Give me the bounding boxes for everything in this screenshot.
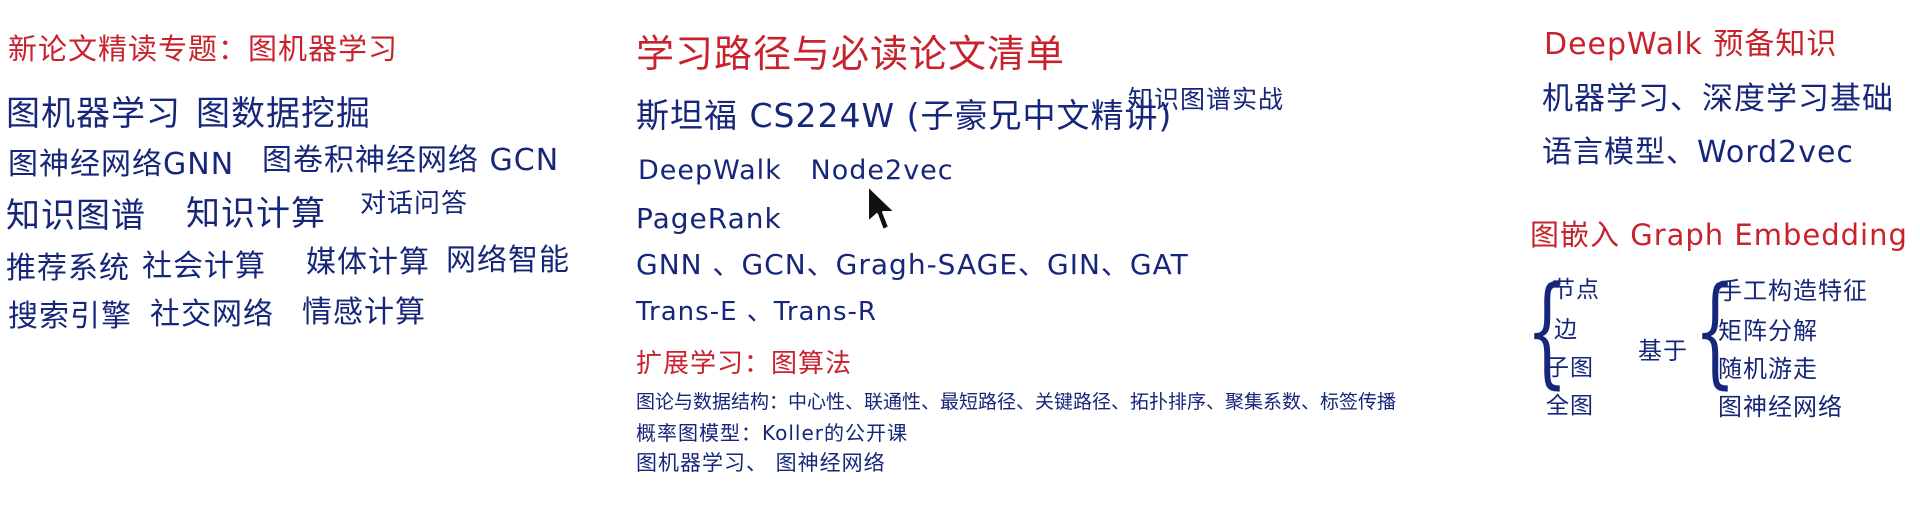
- prereq-language-model: 语言模型、Word2vec: [1542, 135, 1854, 170]
- topic-recommender: 推荐系统: [6, 251, 130, 286]
- handwritten-notes-page: 新论文精读专题：图机器学习 图机器学习 图数据挖掘 图神经网络GNN 图卷积神经…: [0, 0, 1920, 531]
- topic-graph-ml: 图机器学习: [6, 94, 181, 134]
- basis-label: 基于: [1638, 337, 1688, 365]
- paper-line-pagerank: PageRank: [636, 202, 782, 235]
- paper-line-gnn-family: GNN 、GCN、Gragh-SAGE、GIN、GAT: [636, 248, 1189, 281]
- extension-line-pgm: 概率图模型：Koller的公开课: [636, 421, 908, 445]
- topic-gnn: 图神经网络GNN: [8, 147, 235, 182]
- topic-gcn: 图卷积神经网络 GCN: [262, 143, 560, 178]
- course-stanford-cs224w: 斯坦福 CS224W (子豪兄中文精讲): [636, 96, 1173, 135]
- paper-line-deepwalk-node2vec: DeepWalk Node2vec: [638, 155, 954, 186]
- level-node: 节点: [1552, 277, 1600, 303]
- method-handcrafted: 手工构造特征: [1718, 277, 1868, 305]
- topic-social-computing: 社会计算: [142, 249, 266, 284]
- extension-heading: 扩展学习：图算法: [636, 349, 853, 379]
- level-whole-graph: 全图: [1546, 393, 1594, 419]
- topic-affective-computing: 情感计算: [302, 295, 426, 330]
- embedding-heading: 图嵌入 Graph Embedding: [1530, 218, 1908, 252]
- level-edge: 边: [1554, 317, 1578, 343]
- method-gnn: 图神经网络: [1718, 393, 1843, 421]
- extension-line-graph-theory: 图论与数据结构：中心性、联通性、最短路径、关键路径、拓扑排序、聚集系数、标签传播: [636, 391, 1397, 413]
- topic-dialogue-qa: 对话问答: [360, 189, 469, 219]
- course-note: 知识图谱实战: [1128, 85, 1285, 114]
- topic-graph-mining: 图数据挖掘: [196, 94, 371, 134]
- paper-line-trans: Trans-E 、Trans-R: [636, 297, 877, 327]
- topic-search-engine: 搜索引擎: [8, 299, 132, 334]
- level-subgraph: 子图: [1546, 355, 1594, 381]
- topic-knowledge-computing: 知识计算: [186, 194, 326, 234]
- topic-knowledge-graph: 知识图谱: [6, 196, 146, 236]
- topic-media-computing: 媒体计算: [306, 245, 430, 280]
- method-matrix-factorization: 矩阵分解: [1718, 317, 1818, 345]
- left-heading: 新论文精读专题：图机器学习: [8, 32, 399, 66]
- mouse-pointer-icon: [867, 185, 896, 231]
- middle-heading: 学习路径与必读论文清单: [636, 32, 1066, 76]
- right-heading: DeepWalk 预备知识: [1544, 27, 1838, 62]
- extension-line-graph-ml: 图机器学习、 图神经网络: [636, 451, 886, 475]
- topic-social-network: 社交网络: [150, 297, 274, 332]
- topic-network-intelligence: 网络智能: [446, 243, 570, 278]
- method-random-walk: 随机游走: [1718, 355, 1818, 383]
- prereq-ml-dl: 机器学习、深度学习基础: [1542, 81, 1894, 117]
